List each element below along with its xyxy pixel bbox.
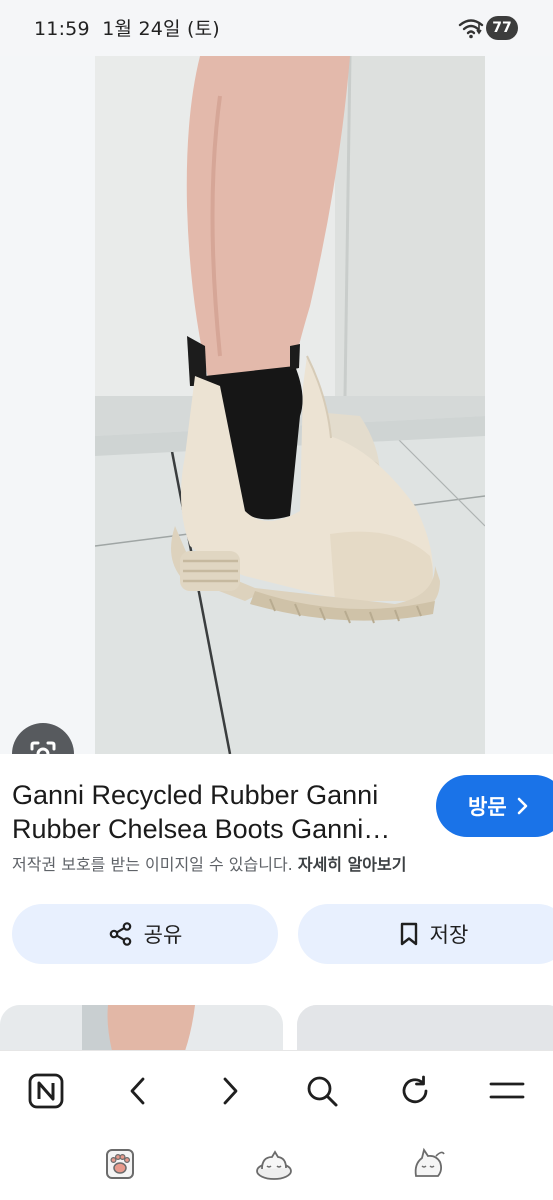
wifi-icon bbox=[458, 19, 484, 39]
status-date: 1월 24일 (토) bbox=[102, 18, 220, 40]
home-button[interactable] bbox=[252, 1142, 296, 1186]
share-button[interactable]: 공유 bbox=[12, 904, 278, 964]
naver-home-icon bbox=[28, 1073, 64, 1109]
boot-photo-illustration bbox=[95, 56, 485, 754]
product-title-line1[interactable]: Ganni Recycled Rubber Ganni bbox=[12, 778, 412, 812]
image-viewer[interactable] bbox=[0, 56, 553, 785]
save-label: 저장 bbox=[429, 923, 469, 947]
naver-home-button[interactable] bbox=[24, 1069, 68, 1113]
status-bar: 11:59 1월 24일 (토) 77 bbox=[0, 0, 553, 56]
status-clock: 11:59 bbox=[34, 18, 90, 40]
refresh-button[interactable] bbox=[393, 1069, 437, 1113]
related-image-thumbnail[interactable] bbox=[297, 1005, 553, 1051]
menu-button[interactable] bbox=[485, 1069, 529, 1113]
forward-button[interactable] bbox=[208, 1069, 252, 1113]
search-button[interactable] bbox=[300, 1069, 344, 1113]
copyright-notice: 저작권 보호를 받는 이미지일 수 있습니다. 자세히 알아보기 bbox=[12, 851, 406, 875]
status-time: 11:59 1월 24일 (토) bbox=[34, 14, 220, 41]
refresh-icon bbox=[402, 1075, 428, 1104]
visit-button[interactable]: 방문 bbox=[436, 775, 553, 837]
battery-indicator: 77 bbox=[486, 16, 518, 40]
forward-icon bbox=[223, 1077, 238, 1105]
copyright-text: 저작권 보호를 받는 이미지일 수 있습니다. bbox=[12, 855, 293, 874]
system-navigation-bar bbox=[0, 1130, 553, 1200]
recent-apps-button[interactable] bbox=[98, 1142, 142, 1186]
browser-navigation-bar bbox=[0, 1050, 553, 1130]
share-label: 공유 bbox=[143, 923, 183, 947]
bookmark-icon bbox=[400, 922, 417, 946]
thumbnail-photo bbox=[297, 1005, 553, 1051]
cat-bed-icon bbox=[256, 1150, 292, 1180]
thumbnail-photo bbox=[0, 1005, 283, 1051]
chevron-right-icon bbox=[517, 797, 527, 815]
related-image-thumbnail[interactable] bbox=[0, 1005, 283, 1051]
product-title-line2[interactable]: Rubber Chelsea Boots Ganni… bbox=[12, 812, 412, 846]
cat-icon bbox=[414, 1147, 445, 1177]
back-system-button[interactable] bbox=[406, 1142, 450, 1186]
product-title[interactable]: Ganni Recycled Rubber Ganni Rubber Chels… bbox=[12, 778, 412, 846]
save-button[interactable]: 저장 bbox=[298, 904, 553, 964]
product-photo[interactable] bbox=[95, 56, 485, 754]
search-icon bbox=[307, 1076, 338, 1107]
share-icon bbox=[109, 922, 131, 946]
back-icon bbox=[130, 1077, 145, 1105]
learn-more-link[interactable]: 자세히 알아보기 bbox=[298, 855, 407, 874]
paw-icon bbox=[106, 1149, 134, 1179]
menu-icon bbox=[489, 1082, 525, 1099]
back-button[interactable] bbox=[116, 1069, 160, 1113]
visit-label: 방문 bbox=[468, 795, 507, 819]
